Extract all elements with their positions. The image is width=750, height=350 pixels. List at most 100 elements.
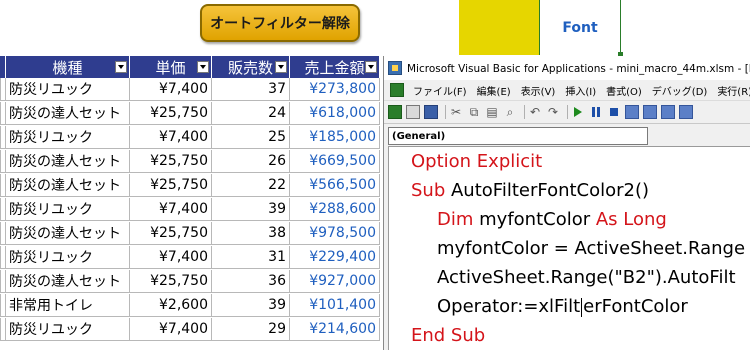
model-cell[interactable]: 防災リユック xyxy=(6,246,130,269)
sales-cell[interactable]: ¥214,600 xyxy=(290,318,380,341)
model-cell[interactable]: 防災の達人セット xyxy=(6,222,130,245)
model-cell[interactable]: 防災リユック xyxy=(6,198,130,221)
run-icon[interactable] xyxy=(571,105,585,119)
code-keyword: As Long xyxy=(595,209,667,230)
sales-cell[interactable]: ¥288,600 xyxy=(290,198,380,221)
find-icon[interactable]: ⌕ xyxy=(503,105,517,119)
header-sales-label: 売上金額 xyxy=(304,58,365,77)
properties-icon[interactable] xyxy=(661,105,675,119)
cut-icon[interactable]: ✂ xyxy=(449,105,463,119)
price-cell[interactable]: ¥7,400 xyxy=(130,198,212,221)
yellow-cell[interactable] xyxy=(459,0,539,55)
sales-cell[interactable]: ¥229,400 xyxy=(290,246,380,269)
qty-cell[interactable]: 39 xyxy=(212,198,290,221)
stop-icon[interactable] xyxy=(607,105,621,119)
paste-icon[interactable]: ▤ xyxy=(485,105,499,119)
code-line-7: End Sub xyxy=(411,325,485,346)
sales-cell[interactable]: ¥101,400 xyxy=(290,294,380,317)
menu-debug[interactable]: デバッグ(D) xyxy=(647,83,713,98)
table-row: 防災の達人セット ¥25,750 38 ¥978,500 xyxy=(0,222,380,245)
model-cell[interactable]: 防災リユック xyxy=(6,78,130,101)
table-row: 防災リユック ¥7,400 31 ¥229,400 xyxy=(0,246,380,269)
copy-icon[interactable]: ⧉ xyxy=(467,105,481,119)
price-cell[interactable]: ¥7,400 xyxy=(130,318,212,341)
sales-cell[interactable]: ¥927,000 xyxy=(290,270,380,293)
price-cell[interactable]: ¥25,750 xyxy=(130,270,212,293)
table-row: 非常用トイレ ¥2,600 39 ¥101,400 xyxy=(0,294,380,317)
qty-cell[interactable]: 36 xyxy=(212,270,290,293)
view-excel-icon[interactable] xyxy=(388,105,402,119)
model-cell[interactable]: 非常用トイレ xyxy=(6,294,130,317)
autofilter-clear-button[interactable]: オートフィルター解除 xyxy=(200,4,360,42)
sales-cell[interactable]: ¥618,000 xyxy=(290,102,380,125)
model-cell[interactable]: 防災の達人セット xyxy=(6,150,130,173)
redo-icon[interactable]: ↷ xyxy=(546,105,560,119)
qty-cell[interactable]: 31 xyxy=(212,246,290,269)
menu-file[interactable]: ファイル(F) xyxy=(408,83,472,98)
filter-dropdown-icon[interactable] xyxy=(275,61,287,73)
qty-cell[interactable]: 29 xyxy=(212,318,290,341)
sales-cell[interactable]: ¥669,500 xyxy=(290,150,380,173)
table-row: 防災の達人セット ¥25,750 24 ¥618,000 xyxy=(0,102,380,125)
text-cursor xyxy=(581,297,583,317)
model-cell[interactable]: 防災の達人セット xyxy=(6,102,130,125)
font-cell[interactable]: Font xyxy=(539,0,623,57)
vba-app-icon xyxy=(388,61,402,75)
vba-editor-window: Microsoft Visual Basic for Applications … xyxy=(383,56,750,350)
header-model-label: 機種 xyxy=(52,58,83,77)
model-cell[interactable]: 防災の達人セット xyxy=(6,270,130,293)
qty-cell[interactable]: 38 xyxy=(212,222,290,245)
price-cell[interactable]: ¥2,600 xyxy=(130,294,212,317)
excel-icon[interactable] xyxy=(390,83,404,97)
menu-run[interactable]: 実行(R) xyxy=(712,83,750,98)
price-cell[interactable]: ¥7,400 xyxy=(130,246,212,269)
undo-icon[interactable]: ↶ xyxy=(528,105,542,119)
price-cell[interactable]: ¥25,750 xyxy=(130,150,212,173)
sales-cell[interactable]: ¥273,800 xyxy=(290,78,380,101)
code-text: Operator:=xlFilt xyxy=(437,296,581,317)
object-browser-icon[interactable] xyxy=(679,105,693,119)
qty-cell[interactable]: 39 xyxy=(212,294,290,317)
project-explorer-icon[interactable] xyxy=(643,105,657,119)
menu-insert[interactable]: 挿入(I) xyxy=(560,83,601,98)
price-cell[interactable]: ¥25,750 xyxy=(130,222,212,245)
model-cell[interactable]: 防災の達人セット xyxy=(6,174,130,197)
code-keyword: Option Explicit xyxy=(411,151,543,172)
pause-icon[interactable] xyxy=(589,105,603,119)
model-cell[interactable]: 防災リユック xyxy=(6,318,130,341)
sales-cell[interactable]: ¥185,000 xyxy=(290,126,380,149)
table-row: 防災リユック ¥7,400 37 ¥273,800 xyxy=(0,78,380,101)
price-cell[interactable]: ¥25,750 xyxy=(130,102,212,125)
design-mode-icon[interactable] xyxy=(625,105,639,119)
price-cell[interactable]: ¥7,400 xyxy=(130,78,212,101)
qty-cell[interactable]: 26 xyxy=(212,150,290,173)
qty-cell[interactable]: 25 xyxy=(212,126,290,149)
qty-cell[interactable]: 22 xyxy=(212,174,290,197)
object-combobox[interactable]: (General) xyxy=(388,127,648,145)
code-editor[interactable]: Option Explicit Sub AutoFilterFontColor2… xyxy=(388,146,750,350)
menu-format[interactable]: 書式(O) xyxy=(601,83,647,98)
price-cell[interactable]: ¥7,400 xyxy=(130,126,212,149)
header-price-label: 単価 xyxy=(155,58,186,77)
filter-active-icon[interactable] xyxy=(365,61,377,73)
filter-dropdown-icon[interactable] xyxy=(115,61,127,73)
header-model: 機種 xyxy=(6,56,130,78)
menu-view[interactable]: 表示(V) xyxy=(516,83,561,98)
code-keyword: Dim xyxy=(437,209,474,230)
header-price: 単価 xyxy=(130,56,212,78)
header-qty-label: 販売数 xyxy=(227,58,273,77)
insert-module-icon[interactable] xyxy=(406,105,420,119)
save-icon[interactable] xyxy=(424,105,438,119)
qty-cell[interactable]: 37 xyxy=(212,78,290,101)
qty-cell[interactable]: 24 xyxy=(212,102,290,125)
vba-toolbar: ✂ ⧉ ▤ ⌕ ↶ ↷ xyxy=(384,101,750,124)
price-cell[interactable]: ¥25,750 xyxy=(130,174,212,197)
code-text: myfontColor = ActiveSheet.Range xyxy=(437,238,746,259)
code-keyword: Sub xyxy=(411,180,446,201)
sales-cell[interactable]: ¥566,500 xyxy=(290,174,380,197)
filter-dropdown-icon[interactable] xyxy=(197,61,209,73)
menu-edit[interactable]: 編集(E) xyxy=(472,83,516,98)
model-cell[interactable]: 防災リユック xyxy=(6,126,130,149)
sales-cell[interactable]: ¥978,500 xyxy=(290,222,380,245)
code-text: AutoFilterFontColor2() xyxy=(445,180,650,201)
